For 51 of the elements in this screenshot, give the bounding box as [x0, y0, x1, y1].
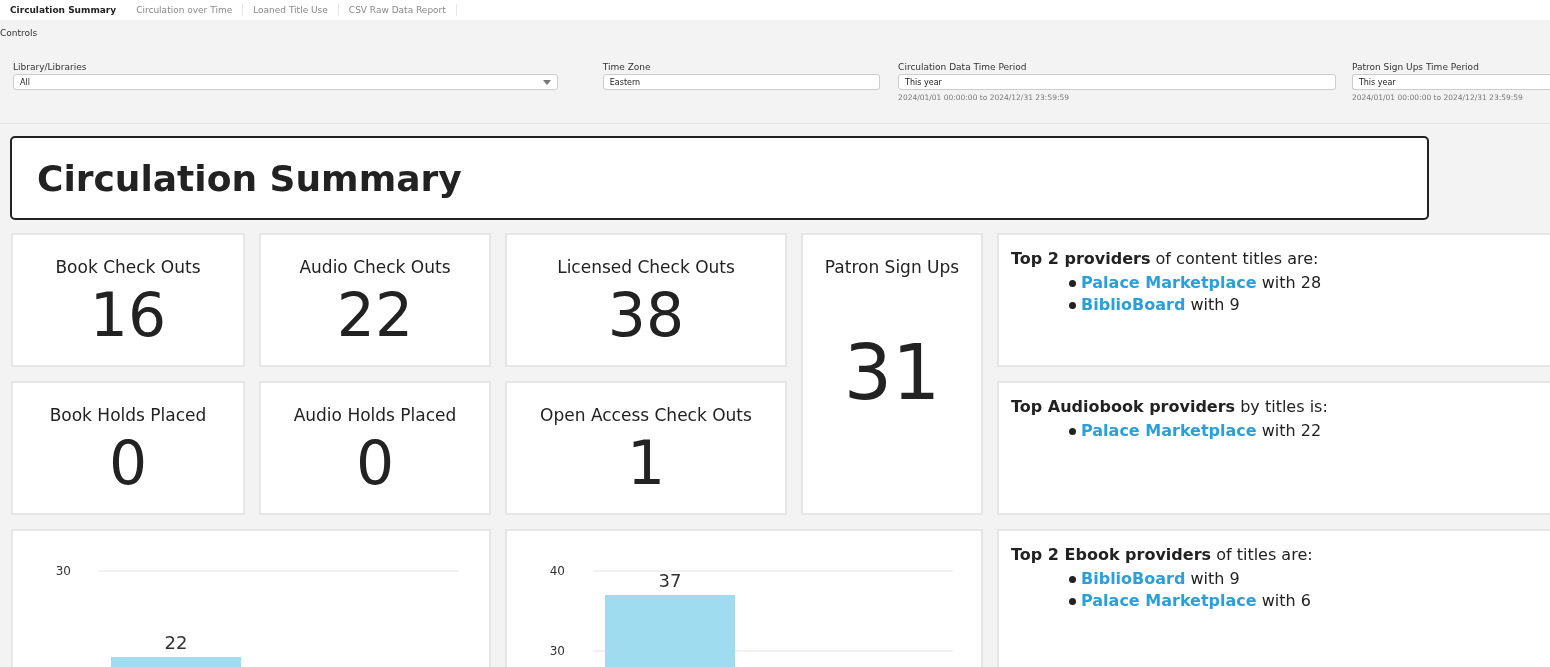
provider-link[interactable]: Palace Marketplace: [1081, 272, 1257, 294]
provider-summary: Top 2 Ebook providers of titles are:: [1011, 545, 1314, 564]
bar-value-label: 22: [164, 632, 188, 653]
kpi-label: Licensed Check Outs: [557, 257, 735, 277]
kpi-label: Audio Check Outs: [299, 257, 451, 277]
bullet-icon: [1069, 575, 1076, 583]
provider-count: with 28: [1261, 272, 1322, 294]
tab[interactable]: CSV Raw Data Report: [338, 4, 457, 16]
provider-count: with 9: [1190, 568, 1240, 590]
field-label: Patron Sign Ups Time Period: [1351, 62, 1480, 72]
provider-link[interactable]: BiblioBoard: [1081, 568, 1186, 590]
kpi-value: 1: [626, 427, 666, 499]
bullet-icon: [1069, 301, 1076, 309]
kpi-label: Open Access Check Outs: [540, 405, 752, 425]
input-field[interactable]: This year: [898, 74, 1336, 90]
provider-summary: Top 2 providers of content titles are:: [1011, 249, 1320, 268]
kpi-value: 38: [607, 279, 685, 351]
axis-tick-label: 40: [549, 564, 565, 578]
page-heading: Circulation Summary: [10, 136, 1429, 220]
kpi-value: 0: [355, 427, 395, 499]
field-label: Time Zone: [602, 62, 652, 72]
kpi-value: 0: [108, 427, 148, 499]
bullet-icon: [1069, 279, 1076, 287]
caret-icon: [542, 79, 551, 85]
bullet-icon: [1069, 597, 1076, 605]
bullet-icon: [1069, 427, 1076, 435]
field-label: Circulation Data Time Period: [898, 62, 1028, 72]
provider-count: with 22: [1261, 420, 1322, 442]
input-field[interactable]: Eastern: [602, 74, 881, 90]
kpi-value: 31: [843, 337, 941, 409]
dropdown[interactable]: All: [13, 74, 558, 90]
axis-tick-label: 30: [55, 564, 71, 578]
field-label: Library/Libraries: [13, 62, 88, 72]
provider-link[interactable]: BiblioBoard: [1081, 294, 1186, 316]
kpi-label: Book Check Outs: [55, 257, 201, 277]
kpi-label: Patron Sign Ups: [824, 257, 960, 277]
kpi-label: Book Holds Placed: [49, 405, 207, 425]
axis-tick-label: 30: [549, 644, 565, 658]
kpi-label: Audio Holds Placed: [293, 405, 457, 425]
provider-summary: Top Audiobook providers by titles is:: [1011, 397, 1329, 416]
controls-title: Controls: [0, 28, 39, 38]
kpi-value: 16: [89, 279, 167, 351]
provider-count: with 6: [1261, 590, 1311, 612]
provider-count: with 9: [1190, 294, 1240, 316]
provider-link[interactable]: Palace Marketplace: [1081, 590, 1257, 612]
provider-link[interactable]: Palace Marketplace: [1081, 420, 1257, 442]
tab[interactable]: Loaned Title Use: [243, 4, 339, 16]
kpi-value: 22: [336, 279, 414, 351]
input-field[interactable]: This year: [1351, 74, 1550, 90]
tab[interactable]: Circulation over Time: [126, 4, 244, 16]
bar-value-label: 37: [658, 570, 682, 591]
